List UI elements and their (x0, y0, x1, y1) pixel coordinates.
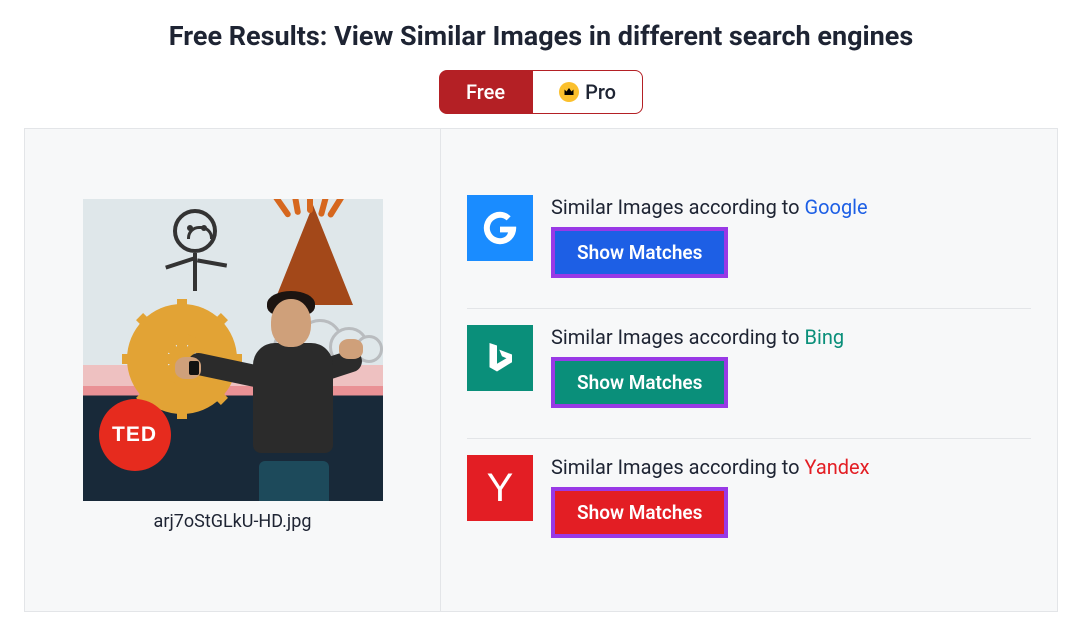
tab-pro[interactable]: Pro (532, 70, 643, 114)
tab-pro-label: Pro (585, 80, 616, 104)
page-title: Free Results: View Similar Images in dif… (24, 20, 1058, 52)
show-matches-bing-button[interactable]: Show Matches (551, 357, 728, 408)
uploaded-image-thumbnail: TED (83, 199, 383, 501)
tab-free[interactable]: Free (439, 70, 532, 114)
engine-row-yandex: Y Similar Images according to Yandex Sho… (467, 439, 1031, 548)
yandex-logo-icon: Y (467, 455, 533, 521)
results-panel: TED arj7oStGLkU-HD.jpg Similar Images ac… (24, 128, 1058, 612)
tab-free-label: Free (466, 80, 505, 104)
show-matches-google-button[interactable]: Show Matches (551, 227, 728, 278)
crown-icon (559, 82, 579, 102)
image-preview-pane: TED arj7oStGLkU-HD.jpg (25, 129, 441, 611)
ted-badge: TED (99, 399, 171, 471)
show-matches-yandex-button[interactable]: Show Matches (551, 487, 728, 538)
engine-row-google: Similar Images according to Google Show … (467, 189, 1031, 309)
engine-results-list: Similar Images according to Google Show … (441, 129, 1057, 611)
bing-logo-icon (467, 325, 533, 391)
engine-label-yandex: Similar Images according to Yandex (551, 455, 870, 479)
engine-name-google: Google (805, 195, 868, 219)
engine-row-bing: Similar Images according to Bing Show Ma… (467, 309, 1031, 439)
engine-name-yandex: Yandex (805, 455, 870, 479)
plan-tabs: Free Pro (24, 70, 1058, 114)
engine-label-google: Similar Images according to Google (551, 195, 868, 219)
image-filename: arj7oStGLkU-HD.jpg (154, 511, 312, 532)
engine-label-bing: Similar Images according to Bing (551, 325, 844, 349)
google-logo-icon (467, 195, 533, 261)
engine-name-bing: Bing (805, 325, 845, 349)
